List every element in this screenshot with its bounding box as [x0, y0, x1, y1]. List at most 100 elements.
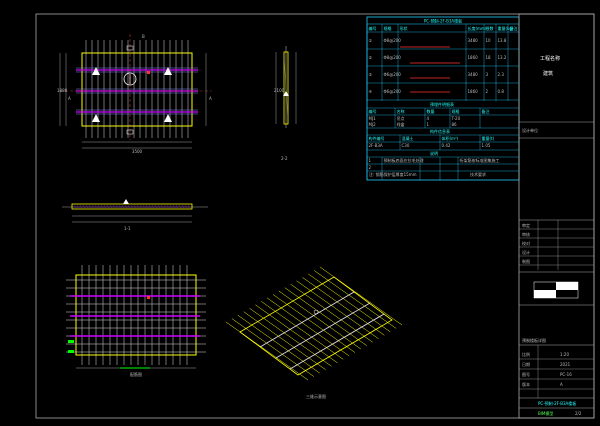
- page-number: 2/2: [575, 411, 582, 416]
- sub-table-3-cell: 预制板底面应拉毛处理: [384, 157, 424, 163]
- title-block-row-label: 设计: [522, 249, 530, 255]
- section-a-left: A: [68, 96, 71, 101]
- sub-table-1-cell: 吊点: [397, 115, 405, 121]
- company-name: 设计单位: [522, 127, 538, 133]
- sub-table-2-header: 混凝土: [402, 135, 414, 141]
- sub-table-2-cell: 2F-B3A: [369, 143, 383, 148]
- table-header-cell: 规格: [384, 25, 392, 31]
- dim-height-label: 1880: [57, 88, 68, 93]
- table-cell: 1860: [468, 55, 479, 60]
- table-cell: 2.3: [498, 72, 505, 77]
- sub-table-1-title: 预埋件明细表: [430, 101, 454, 107]
- sub-table-1-header: 名称: [397, 108, 405, 114]
- sub-table-3-cell: 桁架筋按标准图集施工: [460, 157, 500, 163]
- section-a-right: A: [209, 96, 212, 101]
- table-cell: 3: [486, 72, 489, 77]
- plan-view-bottom[interactable]: 配筋图: [66, 265, 206, 377]
- title-block-extra-label: 日期: [522, 361, 530, 367]
- sub-table-1-header: 数量: [427, 108, 435, 114]
- sub-table-2-header: 重量(t): [482, 135, 495, 141]
- iso-truss-bars: [259, 291, 385, 370]
- table-cell: 0.8: [498, 89, 505, 94]
- section-1-1-label: 1-1: [124, 226, 131, 231]
- rebar-tags: [68, 340, 74, 353]
- sheet-name: 预制楼板详图: [522, 337, 546, 343]
- iso-title: 三维示意图: [306, 393, 326, 399]
- sub-table-2-cell: 0.42: [442, 143, 451, 148]
- sub-table-1-header: 规格: [452, 108, 460, 114]
- sub-table-1-cell: 4: [427, 116, 430, 121]
- dim-width-label: 3500: [132, 149, 143, 154]
- title-block[interactable]: 工程名称 建筑 设计单位 审定审核校对设计制图 预制楼板详图 比例 1:20 日期 2…: [518, 13, 595, 419]
- sub-table-1-cell: 86: [452, 122, 458, 127]
- table-note: 技术要求: [470, 171, 486, 177]
- rebar-schedule-table[interactable]: PC-预制-2F-B3A楼板 编号 规格 形状 长度(mm) 根数 重量(kg)备注① Φ8…: [366, 16, 520, 181]
- sub-table-1-header: 编号: [369, 108, 377, 114]
- section-2-2-label: 2-2: [281, 156, 288, 161]
- project-line-1: 工程名称: [540, 55, 560, 62]
- slab-outline-bottom: [75, 274, 197, 356]
- sub-table-2-title: 构件信息表: [430, 128, 450, 134]
- section-b-top: B: [142, 34, 145, 39]
- table-cell: Φ6@200: [384, 89, 402, 94]
- table-cell: 2: [486, 89, 489, 94]
- sub-table-2-cell: 1.05: [482, 143, 491, 148]
- title-block-extra-value: 1:20: [560, 352, 569, 357]
- table-cell: Φ6@200: [384, 72, 402, 77]
- sub-table-2-header: 体积(m³): [442, 135, 459, 141]
- section-view-2-2[interactable]: 2-2 2100: [274, 46, 297, 161]
- truss-bars-bottom: [70, 295, 200, 337]
- table-cell: ①: [369, 38, 373, 43]
- table-cell: 3480: [468, 72, 479, 77]
- table-cell: ③: [369, 72, 373, 77]
- table-main-title: PC-预制-2F-B3A楼板: [424, 18, 462, 24]
- sub-table-2-header: 构件编号: [369, 135, 385, 141]
- title-block-row-label: 制图: [522, 258, 530, 264]
- project-line-2: 建筑: [543, 70, 553, 77]
- electrical-box-icon: [147, 71, 150, 74]
- section-view-1-1[interactable]: 1-1: [62, 199, 208, 231]
- table-note: 注: 钢筋保护层厚度15mm: [369, 171, 417, 177]
- plan-bottom-title: 配筋图: [130, 371, 142, 377]
- sub-table-1-header: 备注: [482, 108, 490, 114]
- title-block-row-label: 校对: [522, 240, 530, 246]
- sub-table-1-cell: MJ2: [369, 122, 377, 127]
- sub-table-3-cell: 2: [369, 165, 372, 170]
- sub-table-1-cell: 线盒: [397, 121, 405, 127]
- title-block-extra-value: 2021: [560, 362, 571, 367]
- title-block-extra-value: PC-16: [560, 372, 572, 377]
- title-block-row-label: 审核: [522, 231, 530, 237]
- table-cell: ②: [369, 55, 373, 60]
- sub-table-1-cell: MJ1: [369, 116, 377, 121]
- slab-outline-top: [81, 52, 193, 127]
- table-header-cell: 形状: [400, 25, 408, 31]
- sub-table-1-cell: 1: [427, 122, 430, 127]
- table-cell: 13.8: [498, 38, 507, 43]
- sub-table-1-cell: T-20: [451, 116, 461, 121]
- table-cell: Φ8@200: [384, 38, 402, 43]
- table-cell: 13.2: [498, 55, 507, 60]
- table-cell: 1860: [468, 89, 479, 94]
- title-block-extra-label: 版本: [522, 381, 530, 387]
- table-cell: Φ8@200: [384, 55, 402, 60]
- isometric-view[interactable]: 三维示意图: [225, 266, 403, 399]
- plan-view-top[interactable]: 3500 1880 A A B: [57, 34, 212, 154]
- table-cell: 10: [486, 38, 492, 43]
- drawing-title: PC-预制-2F-B3A楼板: [538, 400, 576, 406]
- sub-table-3-title: 说明: [430, 150, 438, 156]
- table-header-cell: 编号: [369, 25, 377, 31]
- table-header-cell: 长度(mm): [468, 25, 487, 31]
- title-block-extra-value: A: [560, 382, 563, 387]
- cad-drawing-sheet: 3500 1880 A A B 2-2 2100 1-1 配筋图 三维示意图 P…: [35, 13, 595, 419]
- dim-side-label: 2100: [274, 88, 285, 93]
- table-cell: ④: [369, 89, 373, 94]
- table-cell: 18: [486, 55, 492, 60]
- slab-iso-outline: [239, 276, 393, 376]
- table-header-cell: 备注: [510, 25, 518, 31]
- table-header-cell: 根数: [486, 25, 494, 31]
- table-cell: 3480: [468, 38, 479, 43]
- title-block-extra-label: 图号: [522, 371, 530, 377]
- sub-table-2-cell: C30: [402, 143, 410, 148]
- title-block-row-label: 审定: [522, 222, 530, 228]
- sub-table-3-cell: 1: [369, 158, 372, 163]
